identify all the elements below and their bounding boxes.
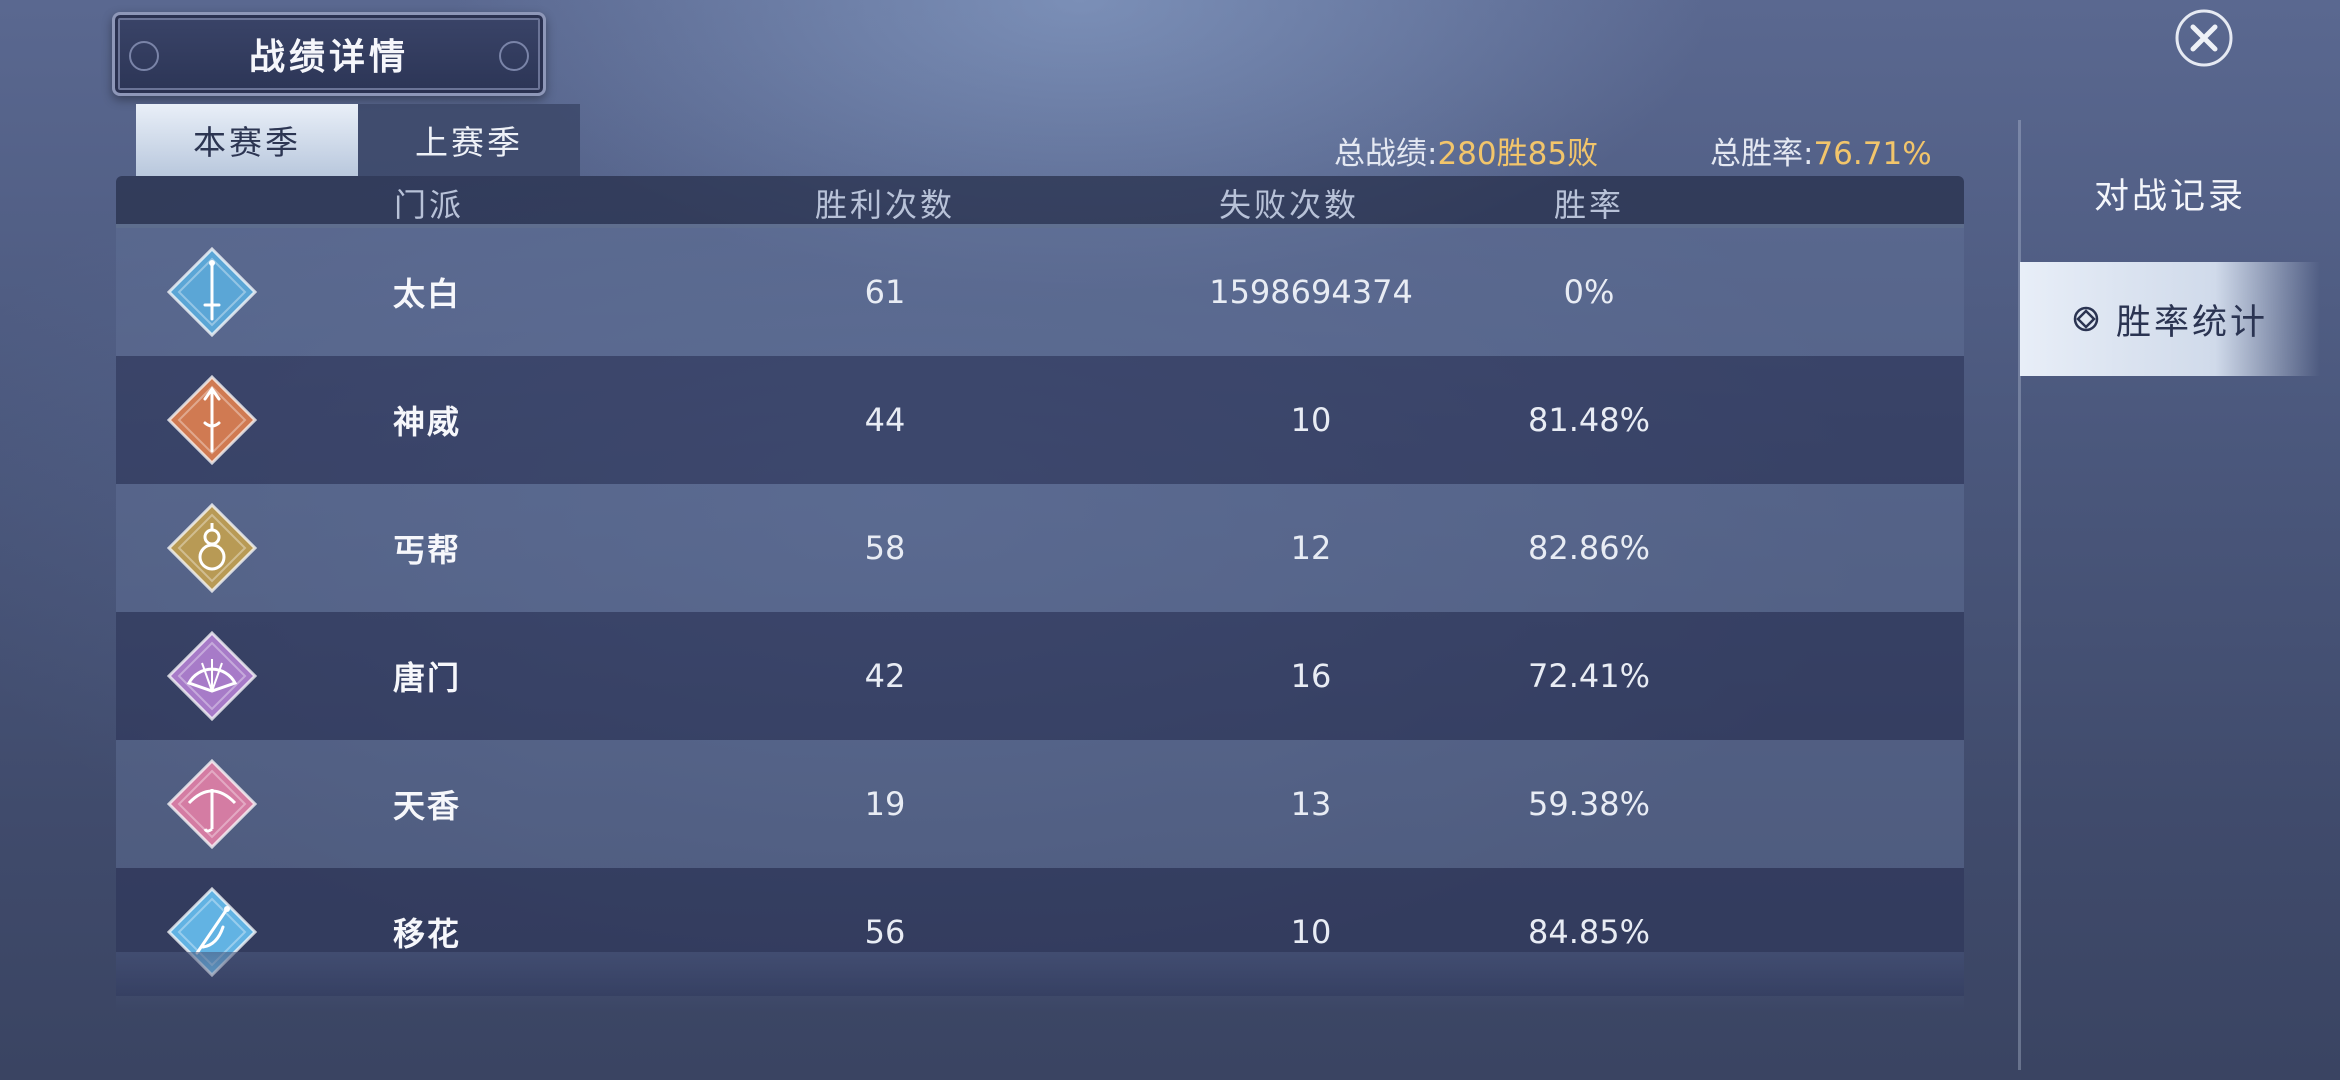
table-fade bbox=[116, 952, 1964, 1012]
wins-count: 58 bbox=[864, 529, 906, 567]
header-sect: 门派 bbox=[393, 186, 465, 224]
losses-count: 10 bbox=[1290, 913, 1332, 951]
wins-count: 19 bbox=[864, 785, 906, 823]
losses-count: 10 bbox=[1290, 401, 1332, 439]
sidebar-item-label: 胜率统计 bbox=[2115, 302, 2268, 343]
ornament-icon bbox=[499, 41, 529, 71]
winrate-value: 81.48% bbox=[1527, 401, 1651, 439]
wins-count: 42 bbox=[864, 657, 906, 695]
table-row: 丐帮 58 12 82.86% bbox=[116, 484, 1964, 612]
tab-current-season[interactable]: 本赛季 bbox=[136, 104, 358, 176]
page-title: 战绩详情 bbox=[248, 37, 409, 78]
winrate-value: 84.85% bbox=[1527, 913, 1651, 951]
total-record: 总战绩:280胜85败 bbox=[1334, 128, 1598, 173]
losses-count: 12 bbox=[1290, 529, 1332, 567]
umbrella-icon bbox=[167, 759, 257, 849]
total-record-label: 总战绩: bbox=[1334, 136, 1438, 172]
header-losses: 失败次数 bbox=[1218, 186, 1360, 224]
sect-name: 唐门 bbox=[393, 659, 462, 697]
wins-count: 61 bbox=[864, 273, 906, 311]
losses-count: 1598694374 bbox=[1209, 273, 1413, 311]
ornament-bullet-icon bbox=[2073, 306, 2099, 332]
spear-icon bbox=[167, 375, 257, 465]
table-row: 唐门 42 16 72.41% bbox=[116, 612, 1964, 740]
wins-count: 44 bbox=[864, 401, 906, 439]
table-row: 天香 19 13 59.38% bbox=[116, 740, 1964, 868]
sword-icon bbox=[167, 247, 257, 337]
ornament-icon bbox=[129, 41, 159, 71]
sect-name: 神威 bbox=[393, 403, 462, 441]
fan-icon bbox=[167, 631, 257, 721]
losses-count: 16 bbox=[1290, 657, 1332, 695]
header-rate: 胜率 bbox=[1553, 186, 1625, 224]
winrate-value: 72.41% bbox=[1527, 657, 1651, 695]
sect-name: 丐帮 bbox=[393, 531, 462, 569]
total-record-value: 280胜85败 bbox=[1437, 136, 1599, 172]
winrate-table: 门派 胜利次数 失败次数 胜率 太白 61 1598694374 0% 神威 44 10 81… bbox=[116, 176, 1964, 996]
sect-name: 天香 bbox=[393, 787, 462, 825]
sidebar-item-battle-record[interactable]: 对战记录 bbox=[2020, 136, 2320, 250]
winrate-value: 59.38% bbox=[1527, 785, 1651, 823]
total-winrate: 总胜率:76.71% bbox=[1710, 128, 1932, 173]
close-button[interactable] bbox=[2174, 8, 2234, 68]
season-tabs: 本赛季 上赛季 bbox=[136, 104, 580, 176]
total-winrate-value: 76.71% bbox=[1813, 136, 1932, 172]
wins-count: 56 bbox=[864, 913, 906, 951]
title-plate: 战绩详情 bbox=[112, 12, 546, 96]
gourd-icon bbox=[167, 503, 257, 593]
table-row: 太白 61 1598694374 0% bbox=[116, 228, 1964, 356]
tab-last-season[interactable]: 上赛季 bbox=[358, 104, 580, 176]
close-icon bbox=[2175, 9, 2233, 67]
sidebar-item-label: 对战记录 bbox=[2093, 176, 2246, 217]
sidebar-item-winrate-stats[interactable]: 胜率统计 bbox=[2020, 262, 2320, 376]
losses-count: 13 bbox=[1290, 785, 1332, 823]
winrate-value: 0% bbox=[1563, 273, 1615, 311]
total-winrate-label: 总胜率: bbox=[1710, 136, 1814, 172]
sect-name: 移花 bbox=[393, 915, 462, 953]
table-header: 门派 胜利次数 失败次数 胜率 bbox=[116, 176, 1964, 228]
sect-name: 太白 bbox=[393, 275, 462, 313]
table-row: 神威 44 10 81.48% bbox=[116, 356, 1964, 484]
header-wins: 胜利次数 bbox=[814, 186, 956, 224]
winrate-value: 82.86% bbox=[1527, 529, 1651, 567]
